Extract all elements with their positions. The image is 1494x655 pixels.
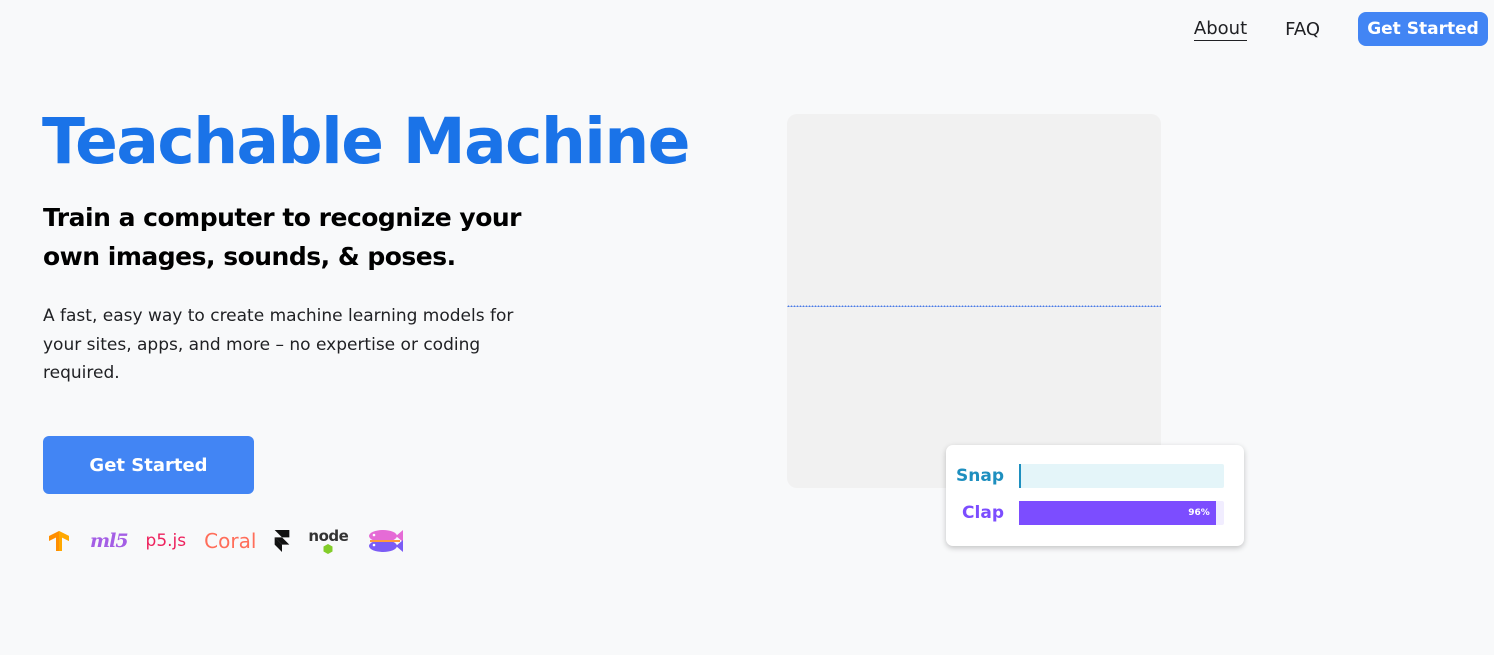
prediction-row-snap: Snap (946, 464, 1244, 488)
nav-about-link[interactable]: About (1193, 18, 1248, 41)
coral-logo[interactable]: Coral (204, 529, 256, 553)
hero-subtitle: Train a computer to recognize your own i… (43, 203, 522, 271)
ml5-logo-text: ml5 (90, 530, 129, 552)
ml5-logo[interactable]: ml5 (90, 530, 129, 552)
page-title: Teachable Machine (42, 105, 690, 178)
nav-faq-link[interactable]: FAQ (1285, 19, 1320, 40)
p5js-logo[interactable]: p5.js (146, 531, 187, 551)
nodejs-logo[interactable]: node (308, 527, 349, 554)
coral-logo-text: Coral (204, 529, 257, 553)
audio-waveform (787, 305, 1161, 307)
confidence-bar-clap: 96% (1019, 501, 1224, 525)
nodejs-hex-icon (323, 544, 333, 554)
audio-preview-panel (787, 114, 1161, 488)
hero-description: A fast, easy way to create machine learn… (43, 306, 514, 383)
top-nav: About FAQ Get Started (1193, 12, 1488, 46)
nav-get-started-button[interactable]: Get Started (1358, 12, 1488, 46)
nodejs-logo-text: node (308, 527, 349, 545)
prediction-row-clap: Clap 96% (946, 501, 1244, 525)
confidence-bar-snap (1019, 464, 1224, 488)
fishes-logo-icon[interactable] (366, 527, 404, 555)
confidence-fill-snap (1019, 464, 1021, 488)
get-started-button[interactable]: Get Started (43, 436, 254, 494)
prediction-card: Snap Clap 96% (946, 445, 1244, 546)
class-label-snap: Snap (956, 466, 1004, 486)
framer-logo-icon[interactable] (274, 530, 290, 552)
p5js-logo-text: p5.js (145, 531, 187, 551)
class-label-clap: Clap (962, 503, 1004, 523)
partner-logos: ml5 p5.js Coral node (46, 524, 422, 558)
tensorflow-logo-icon[interactable] (46, 530, 72, 552)
confidence-fill-clap: 96% (1019, 501, 1216, 525)
